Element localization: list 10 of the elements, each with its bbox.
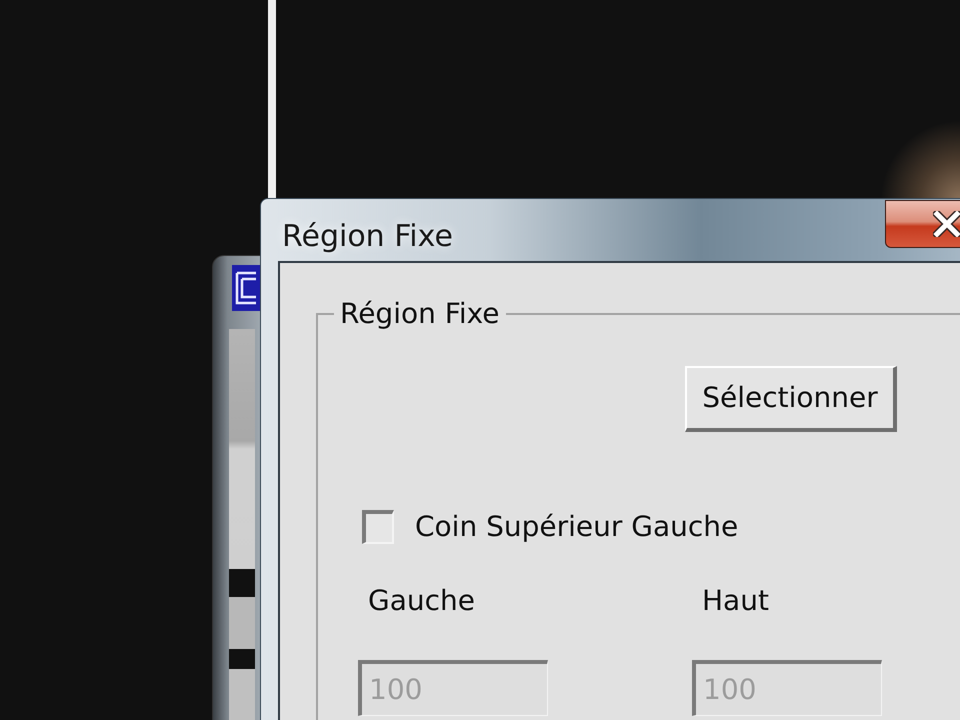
app-icon [232,265,260,311]
checkbox[interactable] [362,510,394,544]
window-title: Région Fixe [282,219,453,255]
group-label: Région Fixe [339,297,501,331]
field-label: Gauche [368,584,475,618]
close-button[interactable] [885,200,960,248]
select-button[interactable]: Sélectionner [685,366,897,432]
field-label: Haut [702,584,769,618]
checkbox-label: Coin Supérieur Gauche [415,510,738,544]
close-icon [933,211,960,237]
